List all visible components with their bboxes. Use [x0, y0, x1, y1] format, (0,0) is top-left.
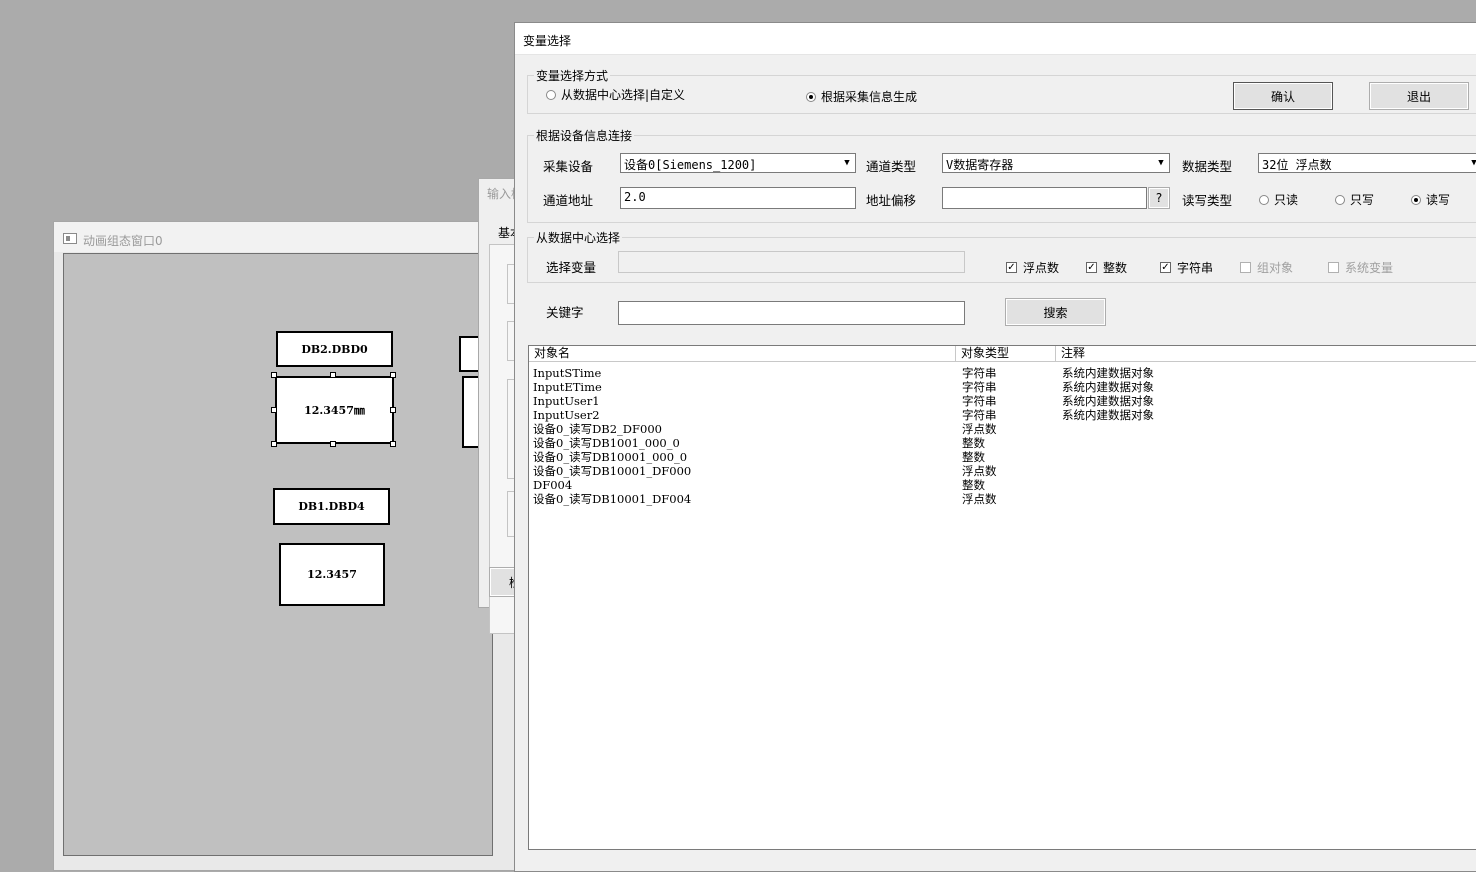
- checkbox-box[interactable]: ✓: [1086, 262, 1097, 273]
- input-box-db1[interactable]: 12.3457: [279, 543, 385, 606]
- radio-write-only[interactable]: 只写: [1335, 191, 1374, 208]
- channel-type-value: V数据寄存器: [946, 158, 1014, 172]
- address-value: 2.0: [624, 190, 646, 204]
- column-header-name[interactable]: 对象名: [529, 346, 956, 362]
- resize-handle[interactable]: [330, 372, 336, 378]
- data-type-select[interactable]: 32位 浮点数 ▼: [1258, 153, 1476, 173]
- checkbox-box: [1240, 262, 1251, 273]
- radio-dot-selected[interactable]: [1411, 194, 1421, 205]
- label-db2-dbd0[interactable]: DB2.DBD0: [276, 331, 393, 367]
- checkbox-box[interactable]: ✓: [1006, 262, 1017, 273]
- animation-canvas[interactable]: DB2.DBD0 12.3457㎜ DB1.DBD4 12.3457: [63, 253, 502, 856]
- checkbox-box[interactable]: ✓: [1160, 262, 1171, 273]
- animation-config-window: 动画组态窗口0 DB2.DBD0 12.3457㎜ DB1.DBD4 12.34…: [53, 221, 523, 871]
- radio-read-only[interactable]: 只读: [1259, 191, 1298, 208]
- resize-handle[interactable]: [271, 407, 277, 413]
- resize-handle[interactable]: [330, 441, 336, 447]
- offset-label: 地址偏移: [866, 193, 917, 208]
- data-type-label: 数据类型: [1182, 159, 1233, 174]
- radio-dot[interactable]: [1259, 194, 1269, 205]
- confirm-button[interactable]: 确认: [1233, 82, 1333, 110]
- address-label: 通道地址: [543, 193, 594, 208]
- keyword-label: 关键字: [546, 305, 584, 320]
- resize-handle[interactable]: [390, 441, 396, 447]
- select-variable-field: [618, 251, 965, 273]
- radio-from-collection[interactable]: 根据采集信息生成: [806, 88, 917, 105]
- resize-handle[interactable]: [271, 372, 277, 378]
- rw-type-label: 读写类型: [1182, 193, 1233, 208]
- channel-type-label: 通道类型: [866, 159, 917, 174]
- offset-help-button[interactable]: ?: [1148, 187, 1170, 209]
- animation-window-title: 动画组态窗口0: [83, 234, 163, 248]
- checkbox-system-variable: 系统变量: [1328, 259, 1393, 276]
- column-header-type[interactable]: 对象类型: [956, 346, 1056, 362]
- radio-dot[interactable]: [1335, 194, 1345, 205]
- address-input[interactable]: 2.0: [620, 187, 856, 209]
- chevron-down-icon[interactable]: ▼: [1466, 154, 1476, 172]
- datacenter-legend: 从数据中心选择: [536, 231, 621, 245]
- selection-mode-legend: 变量选择方式: [536, 69, 609, 83]
- radio-read-write[interactable]: 读写: [1411, 191, 1450, 208]
- radio-from-datacenter[interactable]: 从数据中心选择|自定义: [546, 86, 685, 103]
- offset-input[interactable]: [942, 187, 1147, 209]
- resize-handle[interactable]: [271, 441, 277, 447]
- variable-select-dialog: 变量选择 变量选择方式 从数据中心选择|自定义 根据采集信息生成 确认 退出 根…: [514, 22, 1476, 872]
- exit-button[interactable]: 退出: [1369, 82, 1469, 110]
- dialog-title: 变量选择: [523, 34, 572, 48]
- chevron-down-icon[interactable]: ▼: [1153, 154, 1169, 172]
- device-connection-legend: 根据设备信息连接: [536, 129, 633, 143]
- radio-dot-selected[interactable]: [806, 91, 816, 102]
- checkbox-box: [1328, 262, 1339, 273]
- checkbox-integer[interactable]: ✓ 整数: [1086, 259, 1127, 276]
- keyword-input[interactable]: [618, 301, 965, 325]
- input-box-db2[interactable]: 12.3457㎜: [275, 376, 394, 444]
- chevron-down-icon[interactable]: ▼: [839, 154, 855, 172]
- label-db1-dbd4[interactable]: DB1.DBD4: [273, 488, 390, 525]
- animation-window-titlebar[interactable]: 动画组态窗口0: [54, 222, 522, 252]
- window-icon: [63, 233, 77, 244]
- object-list-table[interactable]: 对象名 对象类型 注释 InputSTime 字符串 系统内建数据对象 Inpu…: [528, 345, 1476, 850]
- device-label: 采集设备: [543, 159, 594, 174]
- search-button[interactable]: 搜索: [1005, 298, 1106, 326]
- resize-handle[interactable]: [390, 372, 396, 378]
- resize-handle[interactable]: [390, 407, 396, 413]
- checkbox-string[interactable]: ✓ 字符串: [1160, 259, 1213, 276]
- device-select[interactable]: 设备0[Siemens_1200] ▼: [620, 153, 856, 173]
- device-value: 设备0[Siemens_1200]: [624, 158, 757, 172]
- channel-type-select[interactable]: V数据寄存器 ▼: [942, 153, 1170, 173]
- select-variable-label: 选择变量: [546, 260, 597, 275]
- data-type-value: 32位 浮点数: [1262, 158, 1332, 172]
- dialog-titlebar[interactable]: 变量选择: [515, 23, 1476, 55]
- checkbox-float[interactable]: ✓ 浮点数: [1006, 259, 1059, 276]
- radio-dot[interactable]: [546, 89, 556, 100]
- checkbox-group-object: 组对象: [1240, 259, 1293, 276]
- column-header-comment[interactable]: 注释: [1056, 346, 1476, 362]
